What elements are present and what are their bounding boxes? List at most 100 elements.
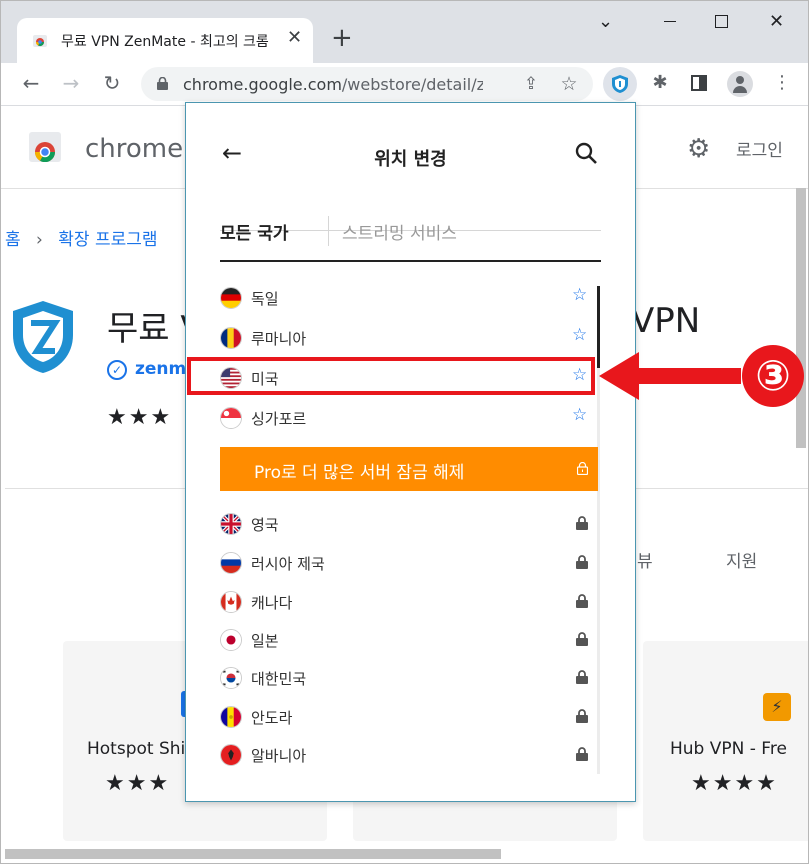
favorite-star-icon[interactable]: ☆: [572, 325, 587, 345]
country-name: 일본: [251, 632, 279, 650]
tab-search-icon[interactable]: ⌄: [598, 11, 613, 32]
country-name: 알바니아: [251, 747, 307, 765]
forward-button[interactable]: →: [59, 71, 83, 95]
tab-strip: 무료 VPN ZenMate - 최고의 크롬 ✕ + ⌄ ✕: [1, 1, 808, 64]
lock-icon: [576, 555, 588, 569]
country-name: 대한민국: [251, 670, 307, 688]
country-row-andorra[interactable]: 안도라: [220, 701, 590, 733]
country-row-uk[interactable]: 영국: [220, 508, 590, 540]
singapore-flag-icon: [220, 407, 242, 429]
menu-kebab-icon[interactable]: ⋮: [770, 71, 794, 95]
annotation-arrow-icon: [599, 352, 741, 400]
lock-icon: [576, 516, 588, 530]
extensions-puzzle-icon[interactable]: ✱: [648, 71, 672, 95]
login-link[interactable]: 로그인: [736, 136, 783, 161]
tab-support[interactable]: 지원: [726, 547, 757, 572]
country-row-germany[interactable]: 독일 ☆: [220, 282, 590, 314]
country-name: 안도라: [251, 709, 293, 727]
page-horizontal-scrollbar[interactable]: [5, 849, 501, 859]
country-row-russia[interactable]: 러시아 제국: [220, 547, 590, 579]
andorra-flag-icon: [220, 706, 242, 728]
address-bar[interactable]: chrome.google.com/webstore/detail/z... ⇪…: [141, 67, 593, 101]
new-tab-button[interactable]: +: [331, 25, 353, 51]
browser-toolbar: ← → ↻ chrome.google.com/webstore/detail/…: [1, 63, 808, 106]
related-card-title[interactable]: Hotspot Shi: [87, 739, 185, 759]
country-row-japan[interactable]: 일본: [220, 624, 590, 656]
lock-icon: [576, 670, 588, 684]
tab-close-icon[interactable]: ✕: [287, 27, 302, 48]
country-name: 독일: [251, 290, 279, 308]
country-name: 러시아 제국: [251, 555, 325, 573]
profile-avatar[interactable]: [727, 71, 753, 97]
country-name: 루마니아: [251, 330, 307, 348]
share-icon[interactable]: ⇪: [519, 72, 543, 96]
tab-reviews[interactable]: 뷰: [637, 547, 653, 572]
lock-icon: [577, 462, 588, 475]
bookmark-star-icon[interactable]: ☆: [557, 72, 581, 96]
url-text: chrome.google.com/webstore/detail/z...: [183, 75, 483, 94]
canada-flag-icon: [220, 591, 242, 613]
page-vertical-scrollbar[interactable]: [796, 188, 806, 448]
unlock-pro-button[interactable]: Pro로 더 많은 서버 잠금 해제: [220, 447, 598, 491]
country-row-korea[interactable]: 대한민국: [220, 662, 590, 694]
webstore-favicon-icon: [33, 35, 47, 47]
japan-flag-icon: [220, 629, 242, 651]
close-window-button[interactable]: ✕: [769, 11, 784, 32]
reload-button[interactable]: ↻: [100, 71, 124, 95]
breadcrumb-separator: ›: [36, 230, 43, 250]
breadcrumb: 홈 › 확장 프로그램: [5, 225, 158, 250]
country-name: 싱가포르: [251, 410, 307, 428]
extension-title-end: VPN: [631, 301, 701, 341]
active-tab[interactable]: 무료 VPN ZenMate - 최고의 크롬 ✕: [17, 18, 313, 64]
country-row-canada[interactable]: 캐나다: [220, 586, 590, 618]
tab-streaming-services[interactable]: 스트리밍 서비스: [342, 219, 457, 244]
maximize-button[interactable]: [715, 15, 728, 28]
russia-flag-icon: [220, 552, 242, 574]
country-name: 캐나다: [251, 594, 293, 612]
zenmate-app-logo-icon: [13, 301, 73, 373]
tab-title: 무료 VPN ZenMate - 최고의 크롬: [61, 34, 269, 50]
hub-vpn-logo-icon: ⚡: [763, 693, 791, 721]
lock-icon: [576, 747, 588, 761]
side-panel-icon[interactable]: [691, 75, 707, 91]
related-card-title[interactable]: Hub VPN - Fre: [670, 739, 787, 759]
store-logo-text[interactable]: chrome: [85, 134, 183, 164]
rating-stars: ★★★: [107, 405, 173, 430]
uk-flag-icon: [220, 513, 242, 535]
settings-gear-icon[interactable]: ⚙: [687, 134, 710, 164]
country-row-singapore[interactable]: 싱가포르 ☆: [220, 402, 590, 434]
step-number-badge: ③: [742, 345, 804, 407]
country-row-romania[interactable]: 루마니아 ☆: [220, 322, 590, 354]
germany-flag-icon: [220, 287, 242, 309]
related-card-stars: ★★★: [105, 771, 171, 796]
promo-text: Pro로 더 많은 서버 잠금 해제: [254, 463, 465, 483]
lock-icon: [576, 632, 588, 646]
related-card-stars: ★★★★: [691, 771, 778, 796]
korea-flag-icon: [220, 667, 242, 689]
tabs-underline: [220, 260, 601, 262]
romania-flag-icon: [220, 327, 242, 349]
lock-icon: [576, 709, 588, 723]
search-icon[interactable]: [574, 141, 598, 165]
lock-icon: [157, 77, 168, 90]
favorite-star-icon[interactable]: ☆: [572, 405, 587, 425]
browser-window: 무료 VPN ZenMate - 최고의 크롬 ✕ + ⌄ ✕ ← → ↻ ch…: [0, 0, 809, 864]
zenmate-extension-button[interactable]: [603, 67, 637, 101]
tab-separator: [328, 216, 329, 246]
popup-title: 위치 변경: [374, 149, 447, 170]
verified-badge-icon: ✓: [107, 360, 127, 380]
webstore-logo-icon: [29, 132, 61, 162]
tab-all-countries[interactable]: 모든 국가: [220, 219, 288, 244]
minimize-button[interactable]: [664, 21, 676, 22]
breadcrumb-extensions[interactable]: 확장 프로그램: [58, 230, 157, 250]
back-button[interactable]: ←: [19, 71, 43, 95]
albania-flag-icon: [220, 744, 242, 766]
favorite-star-icon[interactable]: ☆: [572, 285, 587, 305]
zenmate-shield-icon: [612, 75, 628, 93]
country-row-albania[interactable]: 알바니아: [220, 739, 590, 771]
country-name: 영국: [251, 516, 279, 534]
lock-icon: [576, 594, 588, 608]
highlight-box-usa: [187, 357, 595, 395]
zenmate-popup: ← 위치 변경 모든 국가 스트리밍 서비스 독일 ☆ 루마니아 ☆ 미국 ☆ …: [185, 102, 636, 802]
breadcrumb-home[interactable]: 홈: [5, 230, 21, 250]
